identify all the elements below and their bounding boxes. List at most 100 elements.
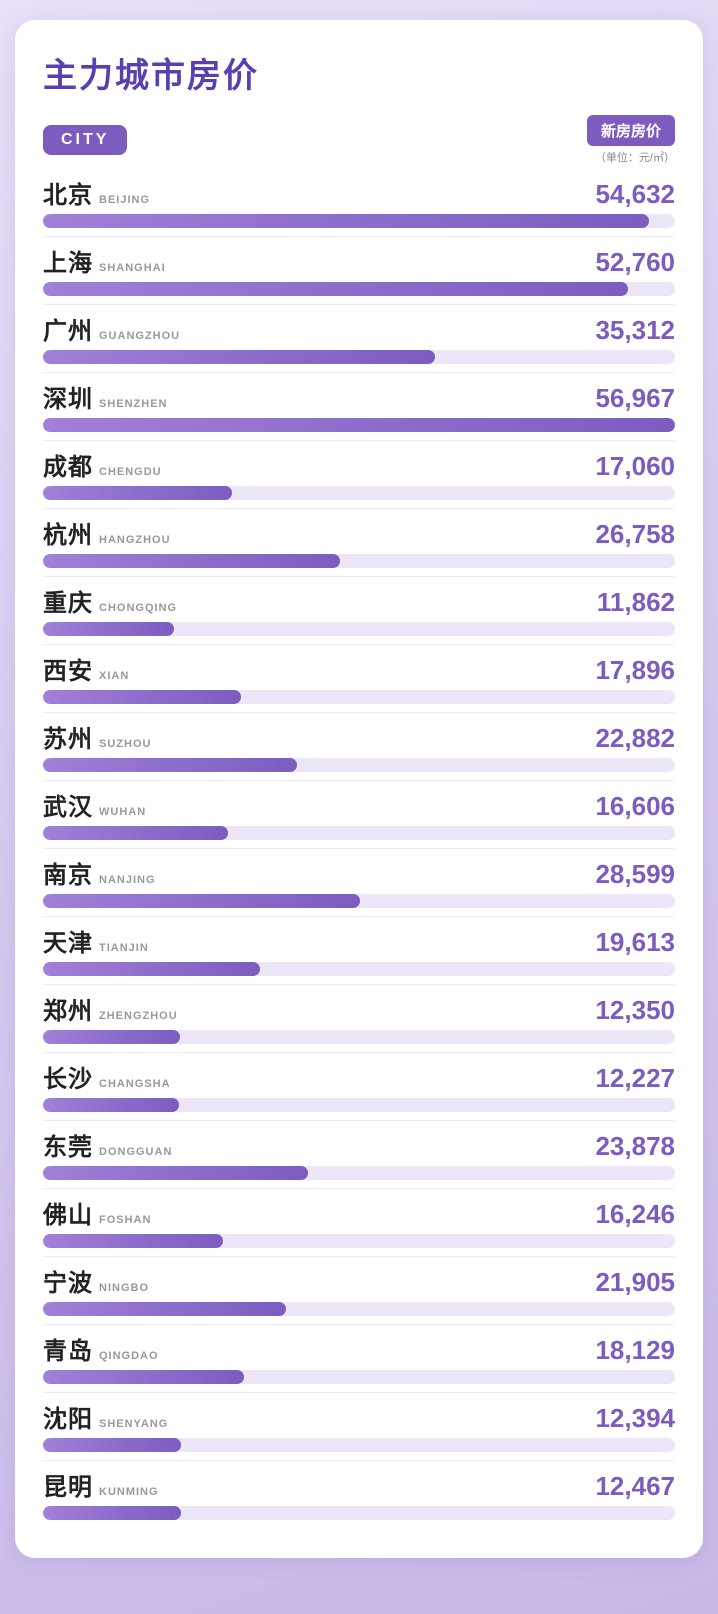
city-name-row: 佛山 FOSHAN 16,246: [43, 1195, 675, 1230]
bar-container: [43, 214, 675, 228]
city-name-row: 长沙 CHANGSHA 12,227: [43, 1059, 675, 1094]
divider: [43, 712, 675, 713]
city-en: SHENZHEN: [99, 398, 168, 410]
divider: [43, 1052, 675, 1053]
city-price: 11,862: [585, 587, 675, 618]
city-name-left: 北京 BEIJING: [43, 175, 150, 210]
city-en: SHANGHAI: [99, 262, 166, 274]
bar-container: [43, 1030, 675, 1044]
city-name-left: 广州 GUANGZHOU: [43, 311, 180, 346]
city-en: ZHENGZHOU: [99, 1010, 178, 1022]
bar-container: [43, 1166, 675, 1180]
city-zh: 成都: [43, 447, 93, 482]
divider: [43, 1120, 675, 1121]
bar-container: [43, 1098, 675, 1112]
city-price: 19,613: [585, 927, 675, 958]
city-name-left: 沈阳 SHENYANG: [43, 1399, 168, 1434]
bar-container: [43, 350, 675, 364]
city-price: 23,878: [585, 1131, 675, 1162]
city-zh: 南京: [43, 855, 93, 890]
bar-container: [43, 1506, 675, 1520]
city-name-row: 昆明 KUNMING 12,467: [43, 1467, 675, 1502]
city-en: TIANJIN: [99, 942, 149, 954]
city-zh: 沈阳: [43, 1399, 93, 1434]
list-item: 重庆 CHONGQING 11,862: [43, 583, 675, 645]
city-name-left: 昆明 KUNMING: [43, 1467, 159, 1502]
city-en: WUHAN: [99, 806, 146, 818]
city-name-left: 武汉 WUHAN: [43, 787, 146, 822]
city-name-row: 广州 GUANGZHOU 35,312: [43, 311, 675, 346]
city-price: 12,467: [585, 1471, 675, 1502]
city-zh: 上海: [43, 243, 93, 278]
bar-container: [43, 690, 675, 704]
city-name-row: 北京 BEIJING 54,632: [43, 175, 675, 210]
list-item: 郑州 ZHENGZHOU 12,350: [43, 991, 675, 1053]
list-item: 天津 TIANJIN 19,613: [43, 923, 675, 985]
city-name-left: 佛山 FOSHAN: [43, 1195, 151, 1230]
bar-container: [43, 1370, 675, 1384]
city-en: CHONGQING: [99, 602, 177, 614]
city-name-row: 西安 XIAN 17,896: [43, 651, 675, 686]
city-price: 18,129: [585, 1335, 675, 1366]
main-card: 主力城市房价 CITY 新房房价 （单位：元/㎡） 北京 BEIJING 54,…: [15, 20, 703, 1558]
list-item: 苏州 SUZHOU 22,882: [43, 719, 675, 781]
city-en: KUNMING: [99, 1486, 159, 1498]
city-price: 17,896: [585, 655, 675, 686]
city-name-left: 郑州 ZHENGZHOU: [43, 991, 178, 1026]
bar-fill: [43, 690, 241, 704]
city-en: GUANGZHOU: [99, 330, 180, 342]
divider: [43, 1324, 675, 1325]
city-name-row: 沈阳 SHENYANG 12,394: [43, 1399, 675, 1434]
city-en: QINGDAO: [99, 1350, 159, 1362]
city-zh: 长沙: [43, 1059, 93, 1094]
bar-container: [43, 282, 675, 296]
list-item: 北京 BEIJING 54,632: [43, 175, 675, 237]
bar-fill: [43, 1098, 179, 1112]
divider: [43, 1460, 675, 1461]
list-item: 杭州 HANGZHOU 26,758: [43, 515, 675, 577]
city-en: CHENGDU: [99, 466, 162, 478]
bar-container: [43, 622, 675, 636]
city-name-row: 天津 TIANJIN 19,613: [43, 923, 675, 958]
divider: [43, 304, 675, 305]
cities-list: 北京 BEIJING 54,632 上海 SHANGHAI 52,760: [43, 175, 675, 1520]
divider: [43, 236, 675, 237]
city-name-row: 成都 CHENGDU 17,060: [43, 447, 675, 482]
bar-fill: [43, 826, 228, 840]
bar-container: [43, 962, 675, 976]
city-zh: 武汉: [43, 787, 93, 822]
city-zh: 西安: [43, 651, 93, 686]
city-price: 16,606: [585, 791, 675, 822]
city-name-left: 苏州 SUZHOU: [43, 719, 151, 754]
divider: [43, 508, 675, 509]
city-en: SUZHOU: [99, 738, 151, 750]
city-name-row: 武汉 WUHAN 16,606: [43, 787, 675, 822]
divider: [43, 1392, 675, 1393]
list-item: 东莞 DONGGUAN 23,878: [43, 1127, 675, 1189]
bar-fill: [43, 1506, 181, 1520]
city-price: 17,060: [585, 451, 675, 482]
bar-fill: [43, 622, 174, 636]
bar-container: [43, 1302, 675, 1316]
bar-fill: [43, 1370, 244, 1384]
bar-fill: [43, 758, 297, 772]
list-item: 长沙 CHANGSHA 12,227: [43, 1059, 675, 1121]
bar-container: [43, 894, 675, 908]
city-en: HANGZHOU: [99, 534, 171, 546]
city-zh: 佛山: [43, 1195, 93, 1230]
city-zh: 昆明: [43, 1467, 93, 1502]
city-price: 52,760: [585, 247, 675, 278]
list-item: 上海 SHANGHAI 52,760: [43, 243, 675, 305]
city-zh: 东莞: [43, 1127, 93, 1162]
city-name-left: 宁波 NINGBO: [43, 1263, 149, 1298]
city-name-row: 郑州 ZHENGZHOU 12,350: [43, 991, 675, 1026]
bar-container: [43, 1438, 675, 1452]
city-en: SHENYANG: [99, 1418, 168, 1430]
city-name-left: 南京 NANJING: [43, 855, 156, 890]
city-name-left: 长沙 CHANGSHA: [43, 1059, 171, 1094]
city-name-left: 重庆 CHONGQING: [43, 583, 177, 618]
city-en: BEIJING: [99, 194, 150, 206]
city-name-row: 上海 SHANGHAI 52,760: [43, 243, 675, 278]
city-zh: 北京: [43, 175, 93, 210]
city-en: NANJING: [99, 874, 156, 886]
